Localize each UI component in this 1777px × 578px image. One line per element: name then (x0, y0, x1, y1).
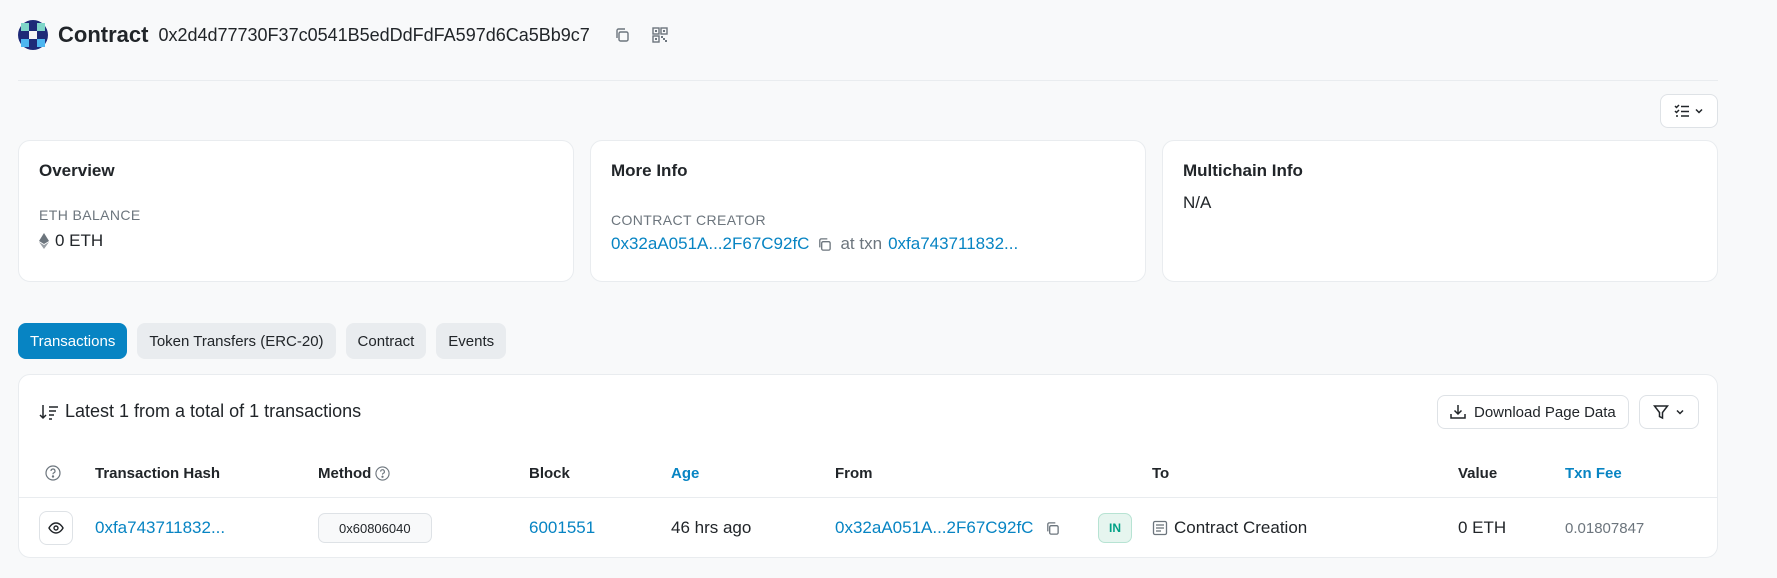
copy-icon[interactable] (817, 237, 832, 252)
column-header-age[interactable]: Age (671, 465, 699, 482)
question-icon[interactable] (375, 466, 390, 481)
txn-fee-cell: 0.01807847 (1565, 519, 1645, 537)
download-icon (1450, 405, 1466, 419)
overview-card: Overview ETH BALANCE 0 ETH (18, 140, 574, 282)
contract-address: 0x2d4d77730F37c0541B5edDdFdFA597d6Ca5Bb9… (158, 24, 590, 45)
page-title: Contract (58, 22, 149, 47)
tab-events[interactable]: Events (436, 323, 507, 359)
eth-balance-value-row: 0 ETH (39, 231, 553, 251)
column-header-hash: Transaction Hash (95, 465, 221, 482)
tab-token-transfers[interactable]: Token Transfers (ERC-20) (137, 323, 336, 359)
chevron-down-icon (1695, 108, 1703, 114)
eye-icon (48, 522, 64, 534)
contract-creator-label: CONTRACT CREATOR (611, 212, 766, 228)
from-address-link[interactable]: 0x32aA051A...2F67C92fC (835, 518, 1033, 538)
creator-txn-link[interactable]: 0xfa743711832... (888, 234, 1018, 254)
direction-cell: IN (1098, 513, 1132, 543)
transaction-hash-link[interactable]: 0xfa743711832... (95, 518, 225, 538)
from-cell: 0x32aA051A...2F67C92fC (835, 513, 1060, 543)
overview-title: Overview (39, 161, 115, 180)
more-info-card: More Info CONTRACT CREATOR 0x32aA051A...… (590, 140, 1146, 282)
to-cell: Contract Creation (1152, 513, 1307, 543)
transactions-panel: Latest 1 from a total of 1 transactions … (18, 374, 1718, 558)
qr-code-icon[interactable] (650, 25, 670, 45)
block-link[interactable]: 6001551 (529, 518, 595, 538)
table-header-divider (19, 497, 1717, 498)
age-cell: 46 hrs ago (671, 518, 752, 537)
method-badge: 0x60806040 (318, 513, 432, 543)
contract-creator-link[interactable]: 0x32aA051A...2F67C92fC (611, 234, 809, 254)
transactions-summary: Latest 1 from a total of 1 transactions (39, 401, 361, 422)
view-options-button[interactable] (1660, 94, 1718, 128)
column-header-txn-fee[interactable]: Txn Fee (1565, 465, 1622, 482)
chevron-down-icon (1676, 409, 1684, 415)
header-divider (18, 80, 1718, 81)
multichain-info-title: Multichain Info (1183, 161, 1303, 180)
eth-balance-label: ETH BALANCE (39, 207, 141, 223)
copy-icon[interactable] (1045, 521, 1060, 536)
transactions-summary-text: Latest 1 from a total of 1 transactions (65, 401, 362, 421)
list-check-icon (1674, 104, 1689, 117)
table-row: 0xfa743711832... (95, 513, 225, 543)
block-cell: 6001551 (529, 513, 595, 543)
column-header-method-label: Method (318, 465, 372, 482)
question-icon (45, 465, 61, 481)
tab-contract[interactable]: Contract (345, 323, 427, 359)
column-header-from: From (835, 465, 873, 482)
multichain-info-card: Multichain Info N/A (1162, 140, 1718, 282)
download-page-data-button[interactable]: Download Page Data (1437, 395, 1629, 429)
more-info-title: More Info (611, 161, 688, 180)
direction-in-badge: IN (1098, 513, 1132, 543)
sort-descending-icon (39, 404, 58, 420)
column-header-info[interactable] (45, 465, 61, 481)
contract-creator-row: 0x32aA051A...2F67C92fC at txn 0xfa743711… (611, 234, 1125, 254)
ethereum-icon (39, 233, 49, 249)
contract-creation-text: Contract Creation (1174, 518, 1308, 537)
page-header: Contract 0x2d4d77730F37c0541B5edDdFdFA59… (18, 20, 688, 50)
filter-button[interactable] (1639, 395, 1699, 429)
column-header-method: Method (318, 465, 390, 482)
column-header-block: Block (529, 465, 570, 482)
contract-avatar-icon (18, 20, 48, 50)
filter-icon (1653, 405, 1669, 420)
copy-icon[interactable] (612, 25, 632, 45)
at-txn-text: at txn (840, 234, 883, 253)
value-cell: 0 ETH (1458, 518, 1507, 537)
view-transaction-button[interactable] (39, 511, 73, 545)
tab-bar: Transactions Token Transfers (ERC-20) Co… (18, 323, 507, 359)
contract-document-icon (1152, 520, 1168, 536)
column-header-value: Value (1458, 465, 1498, 482)
column-header-to: To (1152, 465, 1170, 482)
method-cell: 0x60806040 (318, 513, 432, 543)
eth-balance-value: 0 ETH (55, 231, 104, 250)
multichain-info-value: N/A (1183, 193, 1212, 212)
download-page-data-label: Download Page Data (1474, 403, 1616, 421)
tab-transactions[interactable]: Transactions (18, 323, 128, 359)
